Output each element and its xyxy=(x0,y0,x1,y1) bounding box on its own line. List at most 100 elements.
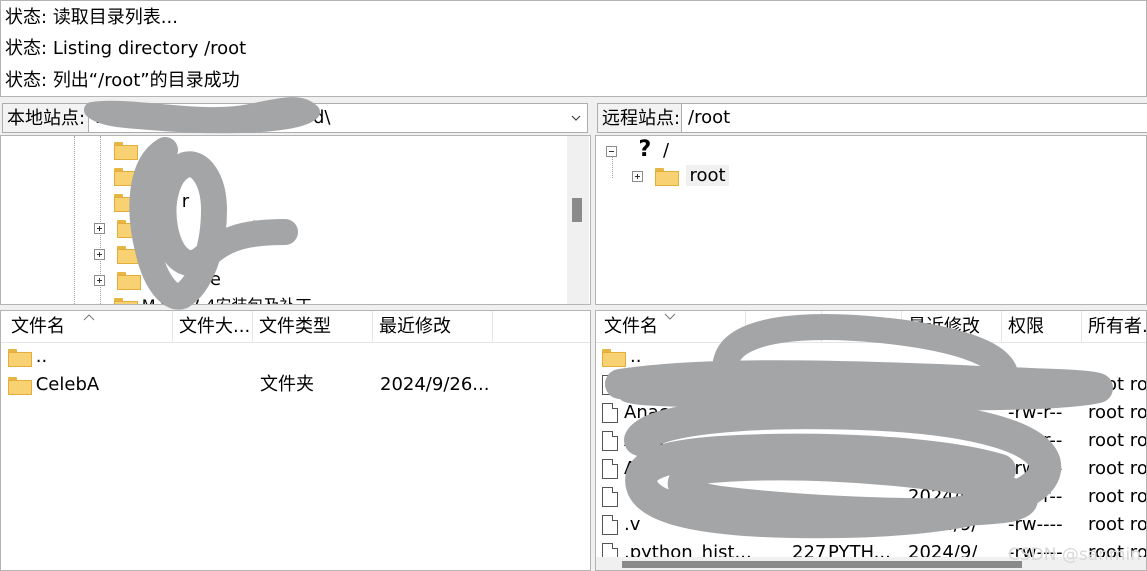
file-icon xyxy=(602,515,618,535)
log-line: 状态: 读取目录列表... xyxy=(5,3,178,33)
expand-icon[interactable] xyxy=(632,170,643,182)
folder-icon xyxy=(8,349,32,367)
tree-item[interactable]: M ype7.4安装包及补丁 xyxy=(94,293,312,304)
local-file-list[interactable]: 文件名 文件大... 文件类型 最近修改 .. CelebA 文件夹 2024/… xyxy=(0,310,591,571)
local-file-header: 文件名 文件大... 文件类型 最近修改 xyxy=(1,311,590,343)
file-modified: 2024/9/ xyxy=(908,514,978,535)
log-message: 读取目录列表... xyxy=(52,7,178,28)
local-directory-tree[interactable]: r sto ge M ype7.4安装包及补丁 xyxy=(0,135,591,305)
column-header-modified[interactable]: 最近修改 xyxy=(373,311,493,343)
scrollbar-thumb[interactable] xyxy=(572,198,582,222)
folder-icon xyxy=(116,246,141,264)
column-header-type[interactable] xyxy=(822,311,902,343)
folder-icon xyxy=(654,168,679,186)
file-name: A xyxy=(624,374,637,395)
expand-icon[interactable] xyxy=(94,222,105,234)
file-perms: -rw-r-- xyxy=(1008,402,1063,423)
tree-item-root[interactable]: ? / xyxy=(606,137,669,163)
file-row[interactable]: .v 2024/9/ -rw---- root ro xyxy=(596,511,1146,539)
file-owner: root ro xyxy=(1088,374,1147,395)
local-site-bar: 本地站点: D:\ d\ xyxy=(0,101,591,135)
log-line: 状态: Listing directory /root xyxy=(5,34,246,64)
remote-directory-tree[interactable]: ? / root xyxy=(595,135,1147,305)
log-status-label: 状态: xyxy=(5,7,48,28)
column-header-modified[interactable]: 最近修改 xyxy=(902,311,1002,343)
file-row[interactable]: Anacond -rw-r-- root ro xyxy=(596,399,1146,427)
file-row[interactable]: .. xyxy=(1,343,590,371)
file-type: 文件夹 xyxy=(260,374,314,395)
file-perms: -rw-r-- xyxy=(1008,458,1063,479)
tree-item-label: root xyxy=(686,165,729,186)
tree-item[interactable]: r xyxy=(94,189,189,215)
local-path-combobox[interactable]: D:\ d\ xyxy=(88,103,588,133)
remote-path-input[interactable]: /root xyxy=(681,103,1147,133)
file-name: .v xyxy=(624,514,641,535)
expand-icon[interactable] xyxy=(94,248,105,260)
file-icon xyxy=(602,431,618,451)
folder-icon xyxy=(114,168,138,186)
log-status-label: 状态: xyxy=(5,70,48,91)
log-message: 列出“/root”的目录成功 xyxy=(52,70,240,91)
remote-site-label: 远程站点: xyxy=(597,103,686,133)
local-path-start: D:\ xyxy=(95,107,121,128)
file-name: .. xyxy=(630,346,642,367)
local-tree-scrollbar[interactable] xyxy=(567,136,589,304)
file-modified: 2024/9/26... xyxy=(380,374,490,395)
message-log[interactable]: 状态: 读取目录列表... 状态: Listing directory /roo… xyxy=(0,0,1147,97)
column-header-name[interactable]: 文件名 xyxy=(596,311,746,343)
collapse-icon[interactable] xyxy=(606,145,617,157)
file-row[interactable]: A c -rw-r-- root ro xyxy=(596,455,1147,483)
file-perms: -rw-r-- xyxy=(1008,486,1063,507)
file-perms: -rw---- xyxy=(1008,514,1063,535)
column-header-size[interactable]: 文件大... xyxy=(173,311,253,343)
local-path-end: d\ xyxy=(313,107,331,128)
file-row[interactable]: Aroot ro xyxy=(596,371,1147,399)
folder-icon xyxy=(8,377,32,395)
tree-item-label: sto xyxy=(242,217,270,238)
sort-ascending-icon xyxy=(83,314,95,321)
remote-site-bar: 远程站点: /root xyxy=(595,101,1147,135)
file-owner: root ro xyxy=(1088,486,1147,507)
tree-item[interactable] xyxy=(94,241,141,267)
chevron-down-icon[interactable] xyxy=(571,113,581,123)
column-header-type[interactable]: 文件类型 xyxy=(253,311,373,343)
folder-icon xyxy=(114,194,138,212)
file-row[interactable]: CelebA 文件夹 2024/9/26... xyxy=(1,371,590,399)
file-name: Anacond xyxy=(624,402,703,423)
watermark: CSDN @sanmin xyxy=(1008,545,1141,565)
tree-item[interactable]: sto xyxy=(94,215,270,241)
file-row[interactable]: et 2024/9/ -rw-r-- root ro xyxy=(596,483,1147,511)
file-row[interactable]: .. xyxy=(596,343,1146,371)
column-header-name[interactable]: 文件名 xyxy=(1,311,173,343)
scrollbar-thumb[interactable] xyxy=(622,561,1022,568)
file-icon xyxy=(602,487,618,507)
tree-item[interactable]: root xyxy=(632,163,729,189)
tree-item-label: M ype7.4安装包及补丁 xyxy=(142,296,312,304)
folder-icon xyxy=(114,298,138,304)
tree-item-label: / xyxy=(662,140,670,161)
folder-icon xyxy=(114,142,138,160)
question-mark-icon: ? xyxy=(638,137,652,162)
folder-icon xyxy=(116,272,141,290)
file-name: .. xyxy=(35,346,48,367)
log-line: 状态: 列出“/root”的目录成功 xyxy=(5,66,240,96)
file-icon xyxy=(602,375,618,395)
column-header-permissions[interactable]: 权限 xyxy=(1002,311,1082,343)
file-icon xyxy=(602,459,618,479)
tree-item[interactable]: ge xyxy=(94,267,221,293)
remote-file-list[interactable]: 文件名 最近修改 权限 所有者... .. Aroot ro Anacond -rw-… xyxy=(595,310,1147,571)
log-status-label: 状态: xyxy=(5,38,48,59)
tree-item[interactable] xyxy=(94,163,138,189)
column-header-size[interactable] xyxy=(746,311,822,343)
log-message: Listing directory /root xyxy=(52,38,247,59)
tree-guide-line xyxy=(74,136,75,304)
file-row[interactable]: A da -rw-r-- root ro xyxy=(596,427,1146,455)
tree-item[interactable] xyxy=(94,137,138,163)
column-header-owner[interactable]: 所有者... xyxy=(1082,311,1146,343)
file-icon xyxy=(602,403,618,423)
expand-icon[interactable] xyxy=(94,274,105,286)
file-name: A c xyxy=(624,458,652,479)
file-owner: root ro xyxy=(1088,458,1147,479)
file-modified: 2024/9/ xyxy=(908,486,978,507)
file-name: CelebA xyxy=(35,374,100,395)
